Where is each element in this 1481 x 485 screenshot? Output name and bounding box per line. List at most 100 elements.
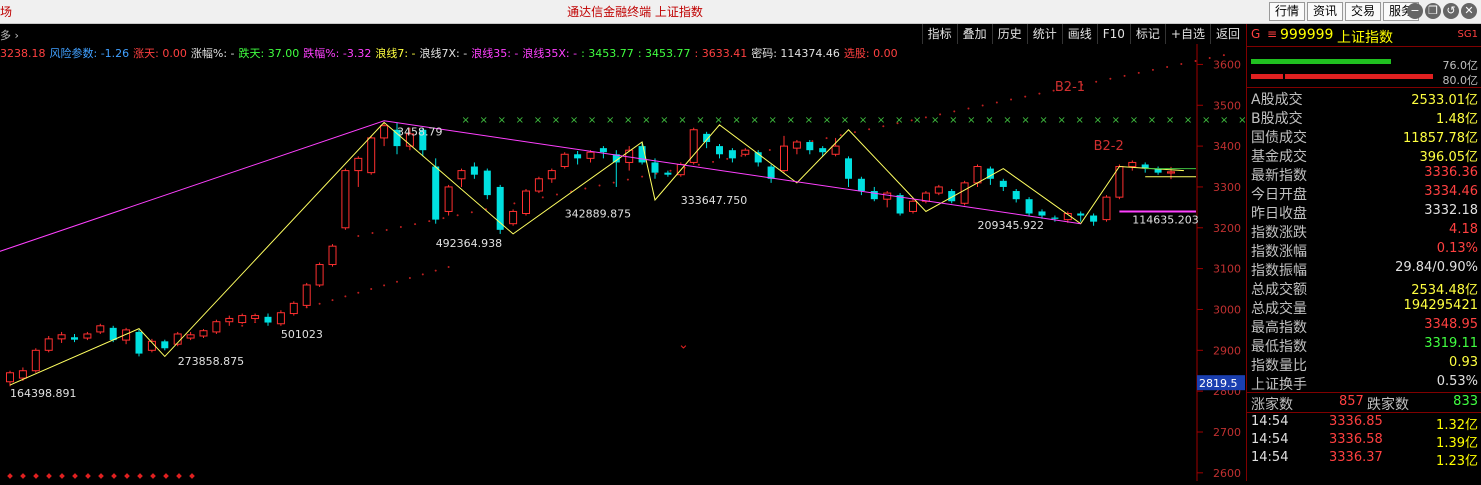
menu-button-market[interactable]: 行情: [1268, 2, 1305, 21]
menu-icon[interactable]: ≡: [1267, 27, 1277, 41]
down-count: 833: [1453, 394, 1478, 409]
quote-label: 昨日收盘: [1251, 206, 1307, 222]
candle-body: [1051, 217, 1059, 219]
support-dot: [421, 273, 424, 276]
tick-row[interactable]: 14:54 3336.85 1.32亿: [1247, 413, 1481, 433]
x-mark: ×: [1021, 115, 1029, 126]
signal-diamond: [59, 473, 65, 479]
kline-chart[interactable]: 2600 2700 2800 2900 3000 3100 3200 3300 3400 3500…: [0, 44, 1265, 481]
candle-body: [367, 137, 376, 174]
quote-value: 3332.18: [1424, 203, 1478, 218]
quote-value: 0.13%: [1436, 241, 1478, 256]
trend-dot: [1038, 92, 1041, 95]
candle-body: [96, 325, 105, 333]
trend-dot: [981, 104, 984, 107]
x-mark: ×: [895, 115, 903, 126]
overlay-button[interactable]: 叠加: [956, 24, 992, 44]
down-count-label: 跌家数: [1367, 397, 1409, 413]
f10-button[interactable]: F10: [1096, 24, 1130, 44]
trend-dot: [428, 220, 431, 223]
menu-button-news[interactable]: 资讯: [1306, 2, 1343, 21]
quote-label: 总成交额: [1251, 282, 1307, 298]
kline-svg[interactable]: 2600270028002900300031003200330034003500…: [0, 44, 1265, 481]
sell-volume-label: 80.0亿: [1442, 74, 1479, 87]
draw-line-button[interactable]: 画线: [1061, 24, 1097, 44]
buy-volume-bar: [1251, 59, 1391, 64]
x-mark: ×: [1238, 115, 1245, 126]
quote-label: 指数涨幅: [1251, 244, 1307, 260]
indicator-value: 选股: 0.00: [843, 47, 898, 60]
candle-body: [509, 210, 518, 225]
x-mark: ×: [1130, 115, 1138, 126]
tick-list[interactable]: 14:54 3336.85 1.32亿 14:54 3336.58 1.39亿 14:54 3…: [1247, 413, 1481, 469]
signal-diamond: [33, 473, 39, 479]
tick-row[interactable]: 14:54 3336.37 1.23亿: [1247, 449, 1481, 469]
mark-button[interactable]: 标记: [1129, 24, 1165, 44]
quote-label: 总成交量: [1251, 301, 1307, 317]
refresh-icon[interactable]: ↺: [1443, 3, 1459, 19]
trend-dot: [740, 154, 743, 157]
indicator-value: 浪线35: -: [471, 47, 519, 60]
quote-row: 上证换手 0.53%: [1247, 373, 1481, 393]
menu-button-trade[interactable]: 交易: [1344, 2, 1381, 21]
x-mark: ×: [1166, 115, 1174, 126]
candle-body: [819, 148, 827, 153]
history-button[interactable]: 历史: [991, 24, 1027, 44]
trend-dot: [1180, 62, 1183, 65]
add-watchlist-button[interactable]: +自选: [1164, 24, 1210, 44]
trend-dot: [584, 187, 587, 190]
x-mark: ×: [1003, 115, 1011, 126]
x-mark: ×: [462, 115, 470, 126]
statistics-button[interactable]: 统计: [1026, 24, 1062, 44]
chevron-down-icon: ⌄: [678, 337, 689, 352]
candle-body: [780, 145, 788, 172]
indicator-button[interactable]: 指标: [921, 24, 957, 44]
quote-value: 29.84/0.90%: [1395, 260, 1478, 275]
back-button[interactable]: 返回: [1209, 24, 1245, 44]
title-bar: 场 通达信金融终端 上证指数 行情 资讯 交易 服务 − ❐ ↺ ✕: [0, 0, 1481, 24]
minimize-icon[interactable]: −: [1407, 3, 1423, 19]
y-tick-label: 2900: [1213, 344, 1241, 357]
x-mark: ×: [1094, 115, 1102, 126]
tick-row[interactable]: 14:54 3336.58 1.39亿: [1247, 431, 1481, 451]
candle-body: [716, 146, 723, 155]
advance-decline: 涨家数 857 跌家数 833: [1247, 393, 1481, 413]
trend-dot: [825, 137, 828, 140]
trend-dot: [442, 217, 445, 220]
restore-icon[interactable]: ❐: [1425, 3, 1441, 19]
candle-body: [831, 145, 840, 155]
indicator-value: 跌幅%: -3.32: [303, 47, 372, 60]
candle-body: [315, 264, 324, 286]
trend-dot: [541, 196, 544, 199]
trend-dot: [1095, 80, 1098, 83]
signal-diamond: [85, 473, 91, 479]
candle-body: [586, 151, 595, 159]
close-icon[interactable]: ✕: [1461, 3, 1477, 19]
group-label[interactable]: G: [1251, 27, 1260, 41]
quote-value: 2534.48亿: [1411, 283, 1478, 298]
candle-body: [1128, 161, 1137, 168]
trend-dot: [1109, 77, 1112, 80]
x-mark: ×: [570, 115, 578, 126]
y-tick-label: 2700: [1213, 426, 1241, 439]
trend-dot: [385, 229, 388, 232]
quote-value: 3348.95: [1424, 317, 1478, 332]
quote-row: 总成交量 194295421: [1247, 297, 1481, 317]
buy-volume-label: 76.0亿: [1442, 59, 1479, 72]
quote-row: B股成交 1.48亿: [1247, 107, 1481, 127]
trend-dot: [1222, 54, 1225, 57]
x-mark: ×: [1184, 115, 1192, 126]
quote-panel: G ≡ 999999 上证指数 SG1 76.0亿 80.0亿 A股成交 2533…: [1246, 24, 1481, 481]
quote-value: 3319.11: [1424, 336, 1478, 351]
chart-annotation: 333647.750: [681, 194, 747, 207]
signal-diamond: [72, 473, 78, 479]
quote-row: 指数涨跌 4.18: [1247, 221, 1481, 241]
candle-body: [1038, 211, 1046, 216]
toolbar-left-fragment[interactable]: 多 ›: [0, 27, 19, 43]
chart-annotation: 501023: [281, 328, 323, 341]
trend-dot: [995, 101, 998, 104]
x-mark: ×: [1202, 115, 1210, 126]
indicator-value: 浪线35X: -: [522, 47, 578, 60]
y-tick-label: 3000: [1213, 303, 1241, 316]
trend-dot: [726, 157, 729, 160]
